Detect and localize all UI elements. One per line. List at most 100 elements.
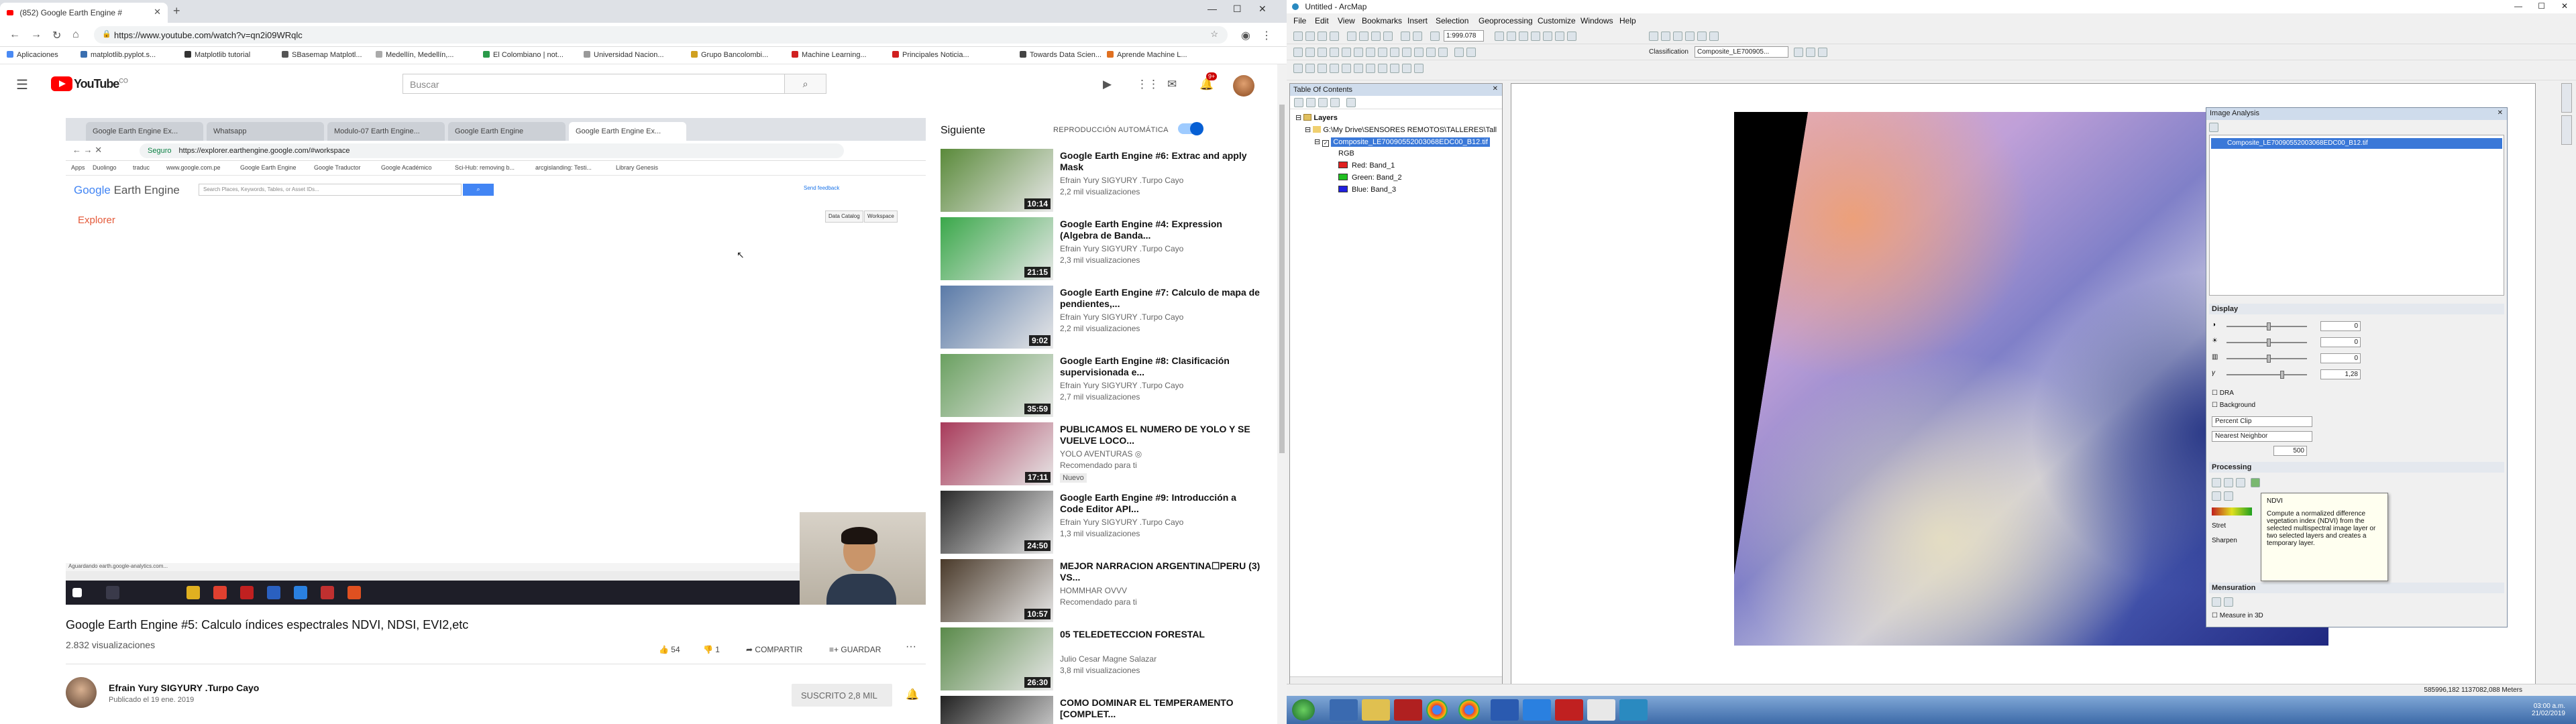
- classification-tool-icon[interactable]: [1806, 48, 1815, 57]
- related-video-title[interactable]: MEJOR NARRACION ARGENTINA☐PERU (3) VS...: [1060, 560, 1261, 583]
- draw-tool-icon[interactable]: [1414, 64, 1424, 73]
- video-thumbnail[interactable]: 24:50: [941, 491, 1053, 554]
- related-video-item[interactable]: 17:11 PUBLICAMOS EL NUMERO DE YOLO Y SE V…: [941, 422, 1276, 487]
- home-icon[interactable]: ⌂: [72, 29, 79, 41]
- autoplay-toggle[interactable]: [1178, 122, 1203, 135]
- toc-close-icon[interactable]: ✕: [1493, 85, 1498, 93]
- redo-icon[interactable]: [1413, 32, 1422, 41]
- hyperlink-icon[interactable]: [1438, 48, 1448, 57]
- page-scrollbar[interactable]: [1277, 64, 1287, 724]
- related-video-title[interactable]: PUBLICAMOS EL NUMERO DE YOLO Y SE VUELVE…: [1060, 424, 1261, 446]
- georef-icon[interactable]: [1454, 48, 1464, 57]
- related-video-item[interactable]: 35:59 Google Earth Engine #8: Clasificaci…: [941, 354, 1276, 418]
- menu-bookmarks[interactable]: Bookmarks: [1362, 16, 1402, 25]
- menu-geoprocessing[interactable]: Geoprocessing: [1479, 16, 1533, 25]
- list-by-source-icon[interactable]: [1306, 98, 1316, 107]
- close-window-icon[interactable]: ✕: [1258, 3, 1267, 15]
- forward-icon[interactable]: →: [31, 29, 42, 41]
- subscribe-button[interactable]: SUSCRITO 2,8 MIL: [792, 684, 892, 707]
- related-video-title[interactable]: 05 TELEDETECCION FORESTAL: [1060, 629, 1261, 640]
- undo-icon[interactable]: [1401, 32, 1410, 41]
- messages-icon[interactable]: ✉: [1167, 78, 1177, 91]
- editor-icon[interactable]: [1495, 32, 1504, 41]
- contrast-value[interactable]: 0: [2320, 321, 2361, 331]
- image-analysis-layer-list[interactable]: Composite_LE70090552003068EDC00_B12.tif: [2209, 135, 2504, 296]
- new-tab-icon[interactable]: +: [173, 4, 180, 18]
- menu-file[interactable]: File: [1293, 16, 1306, 25]
- video-thumbnail[interactable]: 10:57: [941, 559, 1053, 622]
- bookmark-item[interactable]: Towards Data Scien...: [1020, 51, 1102, 59]
- menu-selection[interactable]: Selection: [1436, 16, 1468, 25]
- mensuration-section-header[interactable]: Mensuration: [2209, 583, 2504, 593]
- layout-icon[interactable]: [1697, 32, 1707, 41]
- image-analysis-layer-item[interactable]: Composite_LE70090552003068EDC00_B12.tif: [2211, 138, 2502, 149]
- clip-icon[interactable]: [2212, 478, 2221, 487]
- video-player[interactable]: Google Earth Engine Ex... Whatsapp Modul…: [66, 118, 926, 605]
- video-thumbnail[interactable]: 21:15: [941, 217, 1053, 280]
- youtube-search-input[interactable]: Buscar: [402, 74, 785, 94]
- bookmark-item[interactable]: Universidad Nacion...: [584, 51, 664, 59]
- reload-icon[interactable]: ↻: [52, 29, 61, 42]
- pan-icon[interactable]: [1318, 48, 1327, 57]
- taskbar-folder[interactable]: [1362, 699, 1390, 721]
- minimize-icon[interactable]: —: [1208, 3, 1217, 14]
- select-features-icon[interactable]: [1390, 48, 1399, 57]
- taskbar-arcmap[interactable]: [1619, 699, 1648, 721]
- video-thumbnail[interactable]: 35:59: [941, 354, 1053, 417]
- related-video-item[interactable]: 9:02 Google Earth Engine #7: Calculo de m…: [941, 286, 1276, 350]
- related-video-title[interactable]: Google Earth Engine #6: Extrac and apply…: [1060, 150, 1261, 173]
- draw-tool-icon[interactable]: [1293, 64, 1303, 73]
- channel-name[interactable]: Efrain Yury SIGYURY .Turpo Cayo: [109, 682, 259, 693]
- zoom-out-icon[interactable]: [1305, 48, 1315, 57]
- display-section-header[interactable]: Display: [2209, 304, 2504, 314]
- save-icon[interactable]: [1318, 32, 1327, 41]
- cut-icon[interactable]: [1347, 32, 1356, 41]
- video-thumbnail[interactable]: 17:11: [941, 422, 1053, 485]
- list-by-visibility-icon[interactable]: [1318, 98, 1328, 107]
- model-builder-icon[interactable]: [1567, 32, 1576, 41]
- fixed-zoom-in-icon[interactable]: [1342, 48, 1351, 57]
- create-video-icon[interactable]: ▶: [1103, 78, 1112, 91]
- search-window-icon[interactable]: [1531, 32, 1540, 41]
- map-scale-box[interactable]: 1:999.078: [1444, 30, 1484, 42]
- copy-icon[interactable]: [1359, 32, 1368, 41]
- video-thumbnail[interactable]: 26:30: [941, 627, 1053, 690]
- menu-help[interactable]: Help: [1619, 16, 1636, 25]
- youtube-logo[interactable]: YouTubeCO: [50, 76, 128, 93]
- print-icon[interactable]: [1330, 32, 1339, 41]
- video-thumbnail[interactable]: 10:14: [941, 149, 1053, 212]
- related-video-item[interactable]: 26:30 05 TELEDETECCION FORESTAL Julio Cesa…: [941, 627, 1276, 692]
- related-video-item[interactable]: COMO DOMINAR EL TEMPERAMENTO [COMPLET...: [941, 696, 1276, 724]
- layout-icon[interactable]: [1661, 32, 1670, 41]
- brightness-value[interactable]: 0: [2320, 337, 2361, 347]
- identify-icon[interactable]: [1402, 48, 1411, 57]
- account-avatar[interactable]: [1233, 75, 1254, 97]
- ndvi-icon[interactable]: [2251, 478, 2260, 487]
- draw-tool-icon[interactable]: [1402, 64, 1411, 73]
- taskbar-word[interactable]: [1491, 699, 1519, 721]
- bookmark-item[interactable]: Aprende Machine L...: [1107, 51, 1187, 59]
- python-icon[interactable]: [1555, 32, 1564, 41]
- extension-icon[interactable]: ◉: [1241, 29, 1250, 42]
- layout-icon[interactable]: [1649, 32, 1658, 41]
- taskbar-chrome[interactable]: [1458, 699, 1480, 721]
- new-map-icon[interactable]: [1293, 32, 1303, 41]
- menu-windows[interactable]: Windows: [1580, 16, 1613, 25]
- related-video-title[interactable]: Google Earth Engine #4: Expression (Alge…: [1060, 219, 1261, 241]
- paste-icon[interactable]: [1371, 32, 1381, 41]
- draw-tool-icon[interactable]: [1318, 64, 1327, 73]
- like-button[interactable]: 👍 54: [659, 645, 680, 654]
- related-video-item[interactable]: 24:50 Google Earth Engine #9: Introducció…: [941, 491, 1276, 555]
- gamma-value[interactable]: 1,28: [2320, 369, 2361, 379]
- bookmark-item[interactable]: Principales Noticia...: [892, 51, 969, 59]
- video-thumbnail[interactable]: [941, 696, 1053, 724]
- bookmark-item[interactable]: SBasemap Matplotl...: [282, 51, 362, 59]
- menu-view[interactable]: View: [1338, 16, 1355, 25]
- taskbar-app[interactable]: [1587, 699, 1615, 721]
- catalog-tab[interactable]: [2561, 83, 2572, 113]
- channel-avatar[interactable]: [66, 677, 97, 708]
- orthorectify-icon[interactable]: [2224, 491, 2233, 501]
- menu-dots-icon[interactable]: ⋮: [1261, 29, 1272, 42]
- transparency-slider[interactable]: [2226, 355, 2307, 363]
- toc-layer-item[interactable]: ⊟ ✓ Composite_LE70090552003068EDC00_B12.…: [1314, 137, 1490, 147]
